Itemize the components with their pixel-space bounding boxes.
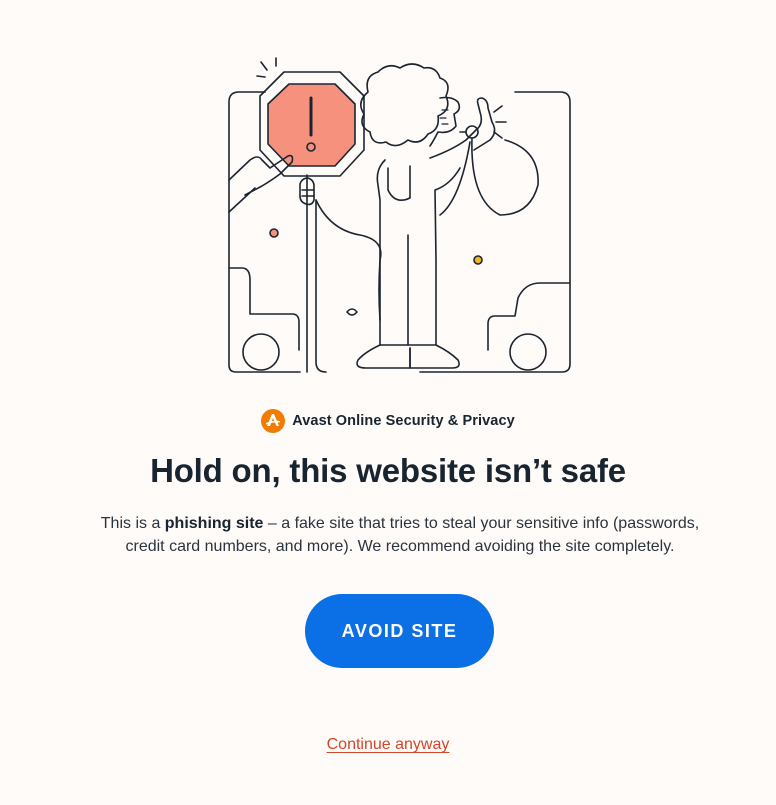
brand-name: Avast Online Security & Privacy [292, 413, 515, 429]
warning-page: Avast Online Security & Privacy Hold on,… [0, 0, 776, 805]
continue-anyway-container: Continue anyway [0, 736, 776, 754]
description-prefix: This is a [100, 515, 165, 532]
continue-anyway-link[interactable]: Continue anyway [327, 736, 450, 753]
warning-description: This is a phishing site – a fake site th… [88, 512, 712, 558]
description-emphasis: phishing site [164, 515, 264, 532]
avoid-site-button[interactable]: AVOID SITE [305, 594, 494, 668]
avast-logo-icon [261, 409, 286, 433]
brand-header: Avast Online Security & Privacy [0, 409, 776, 433]
stop-sign-illustration [228, 57, 571, 373]
page-title: Hold on, this website isn’t safe [150, 452, 626, 489]
